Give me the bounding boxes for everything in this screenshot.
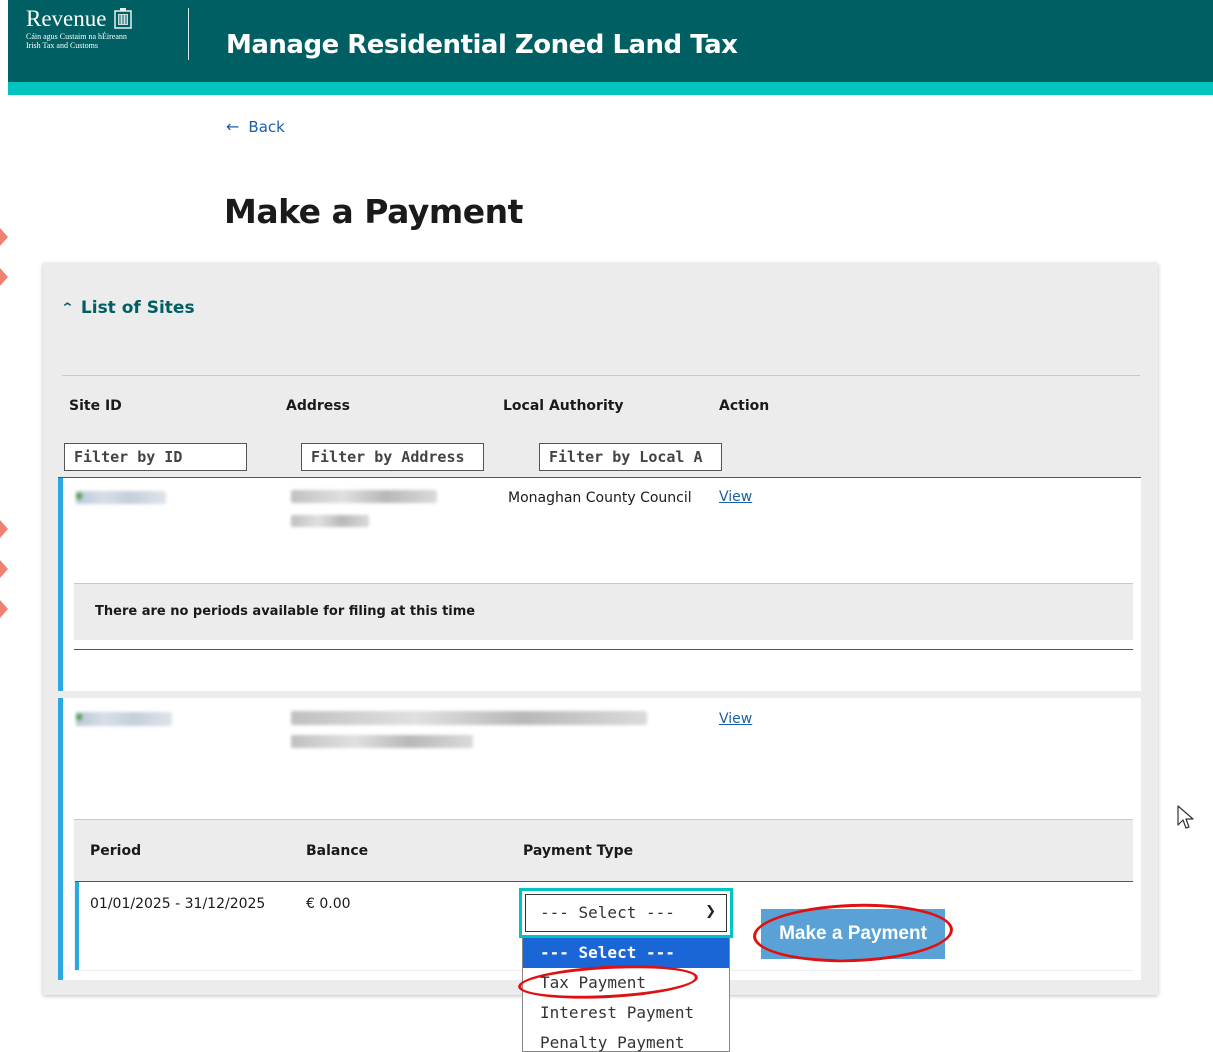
column-header-site-id: Site ID xyxy=(69,398,122,414)
payment-type-select-control[interactable]: --- Select --- ❯ xyxy=(525,894,727,932)
logo-subtitle-english: Irish Tax and Customs xyxy=(26,41,98,50)
logo-wordmark: Revenue xyxy=(26,6,107,31)
edge-decoration xyxy=(0,560,8,578)
address-redacted xyxy=(291,515,369,527)
divider xyxy=(62,375,1140,376)
back-label: Back xyxy=(248,118,285,136)
balance-value: € 0.00 xyxy=(306,896,351,912)
harp-crest-icon xyxy=(114,8,133,29)
period-value: 01/01/2025 - 31/12/2025 xyxy=(90,896,266,912)
list-of-sites-toggle[interactable]: ⌃ List of Sites xyxy=(60,298,195,318)
column-header-address: Address xyxy=(286,398,350,414)
header-accent-stripe xyxy=(8,82,1213,95)
logo-subtitle-irish: Cáin agus Custaim na hÉireann xyxy=(26,32,127,41)
edge-decoration xyxy=(0,600,8,618)
column-header-payment-type: Payment Type xyxy=(523,843,634,859)
column-header-period: Period xyxy=(90,843,142,859)
caret-up-icon: ⌃ xyxy=(60,300,75,316)
column-header-local-authority: Local Authority xyxy=(503,398,624,414)
option-select[interactable]: --- Select --- xyxy=(523,938,729,968)
column-header-action: Action xyxy=(719,398,770,414)
edge-decoration xyxy=(0,228,8,246)
edge-decoration xyxy=(0,268,8,286)
list-of-sites-label: List of Sites xyxy=(80,298,195,318)
site-id-redacted xyxy=(76,491,166,504)
filter-by-address-input[interactable] xyxy=(301,443,484,471)
local-authority-value: Monaghan County Council xyxy=(508,490,692,506)
filter-by-id-input[interactable] xyxy=(64,443,247,471)
payment-type-select[interactable]: --- Select --- ❯ xyxy=(519,888,733,938)
no-periods-notice: There are no periods available for filin… xyxy=(74,583,1133,640)
view-link[interactable]: View xyxy=(719,711,752,727)
back-arrow-icon: ← xyxy=(226,117,240,136)
chevron-down-icon: ❯ xyxy=(705,904,716,919)
payment-type-selected-value: --- Select --- xyxy=(540,903,675,922)
app-header: Revenue Cáin agus Custaim na hÉireann Ir… xyxy=(8,0,1213,95)
edge-decoration xyxy=(0,520,8,538)
header-divider xyxy=(188,8,189,60)
address-redacted xyxy=(291,490,437,503)
option-penalty-payment[interactable]: Penalty Payment xyxy=(523,1028,729,1052)
filter-by-local-authority-input[interactable] xyxy=(539,443,722,471)
site-id-redacted xyxy=(76,712,172,726)
app-title: Manage Residential Zoned Land Tax xyxy=(226,30,738,60)
back-link[interactable]: ← Back xyxy=(226,118,285,136)
address-redacted xyxy=(291,735,473,748)
page-title: Make a Payment xyxy=(224,192,523,231)
revenue-logo[interactable]: Revenue Cáin agus Custaim na hÉireann Ir… xyxy=(26,6,133,50)
address-redacted xyxy=(291,711,647,725)
column-header-balance: Balance xyxy=(306,843,369,859)
notice-text: There are no periods available for filin… xyxy=(95,604,476,619)
view-link[interactable]: View xyxy=(719,489,752,505)
mouse-pointer-icon xyxy=(1177,805,1194,829)
divider xyxy=(74,649,1133,650)
option-interest-payment[interactable]: Interest Payment xyxy=(523,998,729,1028)
